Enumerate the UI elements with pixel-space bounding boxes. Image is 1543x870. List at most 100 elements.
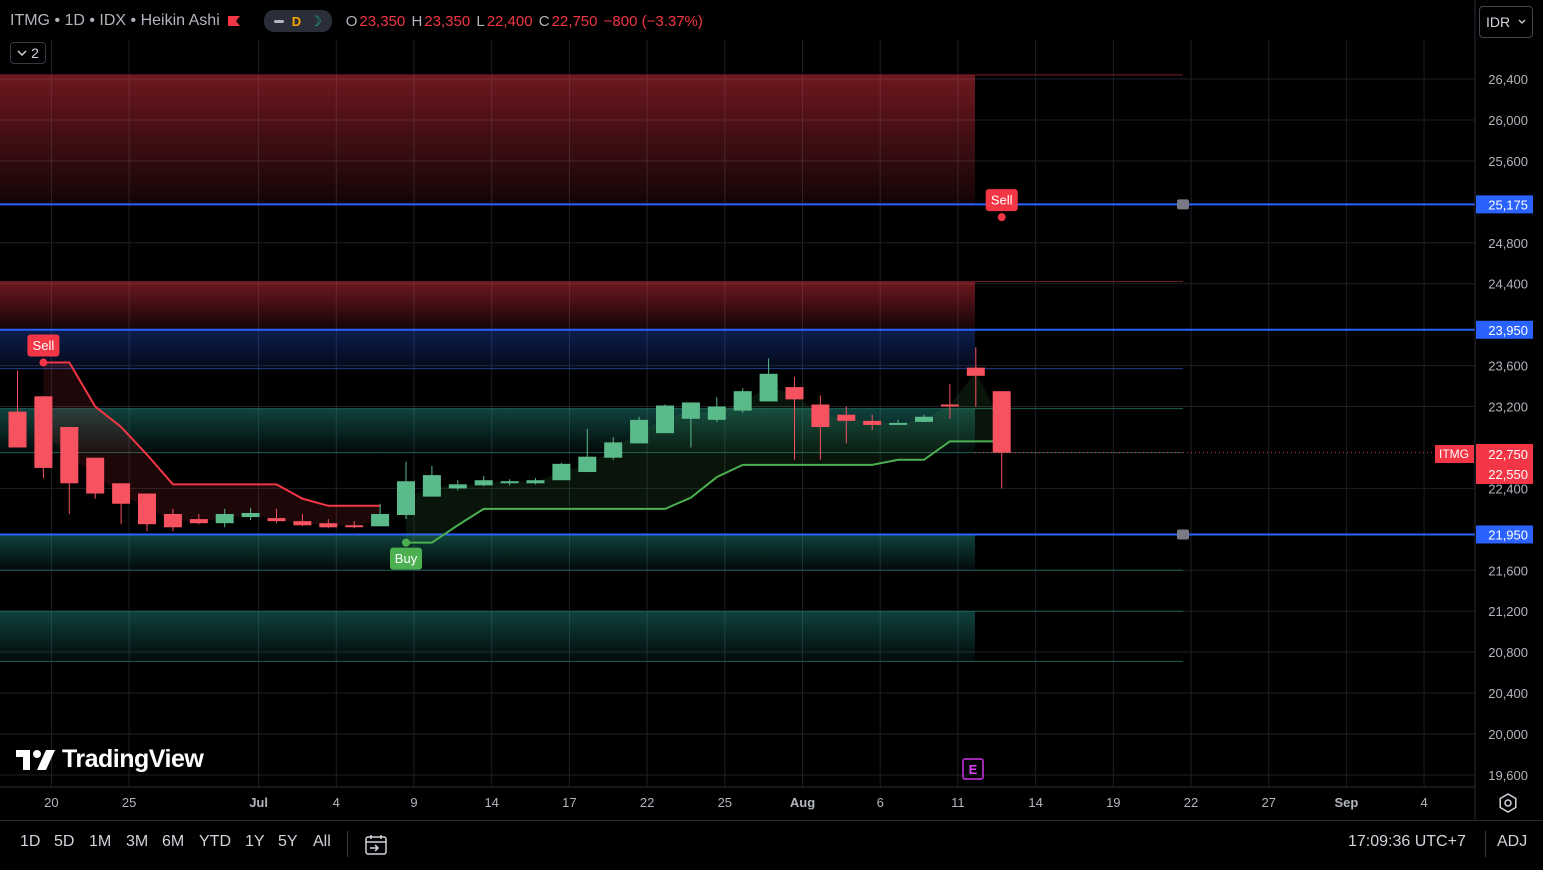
- range-5y-button[interactable]: 5Y: [278, 833, 298, 851]
- candle: [656, 404, 674, 434]
- settings-icon[interactable]: [1497, 792, 1519, 814]
- candle-body: [966, 367, 985, 376]
- time-tick-label: Aug: [790, 795, 815, 810]
- signal-dot: [39, 358, 48, 367]
- symbol-legend: ITMG • 1D • IDX • Heikin Ashi D ☽ O 23,35…: [10, 10, 705, 32]
- chevron-down-icon: [1518, 19, 1526, 24]
- earnings-marker[interactable]: E: [962, 758, 984, 780]
- delayed-badge: D: [291, 13, 302, 29]
- ohlc-values: O 23,350 H 23,350 L 22,400 C 22,750 −800 (−3…: [346, 13, 705, 30]
- time-tick-label: 14: [1028, 795, 1042, 810]
- currency-button[interactable]: IDR: [1479, 6, 1533, 38]
- candle: [397, 461, 415, 520]
- candle-body: [86, 457, 105, 494]
- time-tick-label: 19: [1106, 795, 1120, 810]
- time-tick-label: 4: [333, 795, 340, 810]
- candle-body: [992, 391, 1011, 453]
- level-price-label: 21,950: [1488, 527, 1528, 542]
- supertrend-up-fill: [406, 371, 1002, 543]
- candle-body: [681, 402, 700, 419]
- candle-body: [215, 514, 234, 524]
- signal-buy-label: Buy: [395, 551, 418, 566]
- price-tick-label: 21,200: [1488, 604, 1528, 619]
- high-value: 23,350: [424, 12, 471, 30]
- price-tick-label: 23,600: [1488, 359, 1528, 374]
- candle-body: [34, 396, 53, 468]
- candle-body: [138, 493, 156, 525]
- indicators-toggle-button[interactable]: 2: [10, 42, 46, 64]
- flag-icon: [227, 16, 240, 26]
- range-1y-button[interactable]: 1Y: [245, 833, 265, 851]
- candle-body: [578, 456, 597, 473]
- price-tick-label: 24,400: [1488, 277, 1528, 292]
- range-6m-button[interactable]: 6M: [162, 833, 184, 851]
- candle-body: [940, 404, 959, 407]
- candle-body: [163, 514, 182, 528]
- time-tick-label: Sep: [1334, 795, 1358, 810]
- candle-body: [811, 404, 830, 427]
- candle: [422, 465, 441, 497]
- low-label: L: [476, 12, 485, 30]
- candle-body: [60, 427, 79, 484]
- candle-body: [630, 419, 649, 444]
- price-tick-label: 26,400: [1488, 72, 1528, 87]
- time-tick-label: 25: [718, 795, 732, 810]
- price-tick-label: 25,600: [1488, 154, 1528, 169]
- range-all-button[interactable]: All: [313, 833, 331, 851]
- price-tick-label: 23,200: [1488, 400, 1528, 415]
- time-tick-label: 22: [1184, 795, 1198, 810]
- time-tick-label: 20: [44, 795, 58, 810]
- time-tick-label: 27: [1261, 795, 1275, 810]
- go-to-date-icon[interactable]: [364, 833, 388, 857]
- moon-icon: ☽: [309, 12, 322, 29]
- adjust-button[interactable]: ADJ: [1497, 833, 1527, 851]
- range-3m-button[interactable]: 3M: [126, 833, 148, 851]
- close-value: 22,750: [551, 12, 598, 30]
- status-pill[interactable]: D ☽: [263, 10, 332, 32]
- time-tick-label: Jul: [249, 795, 268, 810]
- candle-body: [837, 414, 856, 421]
- candle-body: [189, 519, 208, 524]
- range-1d-button[interactable]: 1D: [20, 833, 40, 851]
- bottom-toolbar: 1D 5D 1M 3M 6M YTD 1Y 5Y All 17:09:36 UT…: [0, 820, 1543, 870]
- candle: [733, 388, 752, 413]
- low-value: 22,400: [486, 12, 533, 30]
- candle-body: [656, 405, 674, 434]
- candle: [112, 483, 131, 525]
- time-tick-label: 14: [484, 795, 498, 810]
- candle: [992, 391, 1011, 489]
- price-zones: [0, 74, 1183, 662]
- candle-body: [889, 422, 908, 425]
- range-5d-button[interactable]: 5D: [54, 833, 74, 851]
- price-chart[interactable]: Sell Buy Sell 26,400 26,000 25,600 24,800 24,40…: [0, 0, 1543, 869]
- candle: [552, 462, 571, 481]
- candle-body: [371, 514, 390, 527]
- range-1m-button[interactable]: 1M: [89, 833, 111, 851]
- time-tick-label: 4: [1420, 795, 1427, 810]
- range-ytd-button[interactable]: YTD: [199, 833, 231, 851]
- candle-body: [733, 391, 752, 411]
- tradingview-logo-icon: [16, 749, 55, 770]
- open-label: O: [345, 12, 358, 30]
- tradingview-logo[interactable]: TradingView: [16, 745, 204, 774]
- candle: [34, 396, 53, 479]
- price-tick-label: 26,000: [1488, 113, 1528, 128]
- candle-body: [474, 480, 493, 486]
- price-tick-label: 21,600: [1488, 563, 1528, 578]
- time-tick-label: 17: [562, 795, 576, 810]
- candle: [630, 416, 649, 444]
- candle-body: [422, 475, 441, 497]
- candle: [86, 457, 105, 499]
- signal-sell-label: Sell: [33, 338, 55, 353]
- level-handle: [1177, 199, 1189, 210]
- price-tick-label: 20,400: [1488, 686, 1528, 701]
- candle-body: [397, 481, 415, 516]
- zone-demand: [0, 611, 975, 662]
- level-handle: [1177, 529, 1189, 540]
- candle-body: [319, 523, 338, 528]
- symbol-title[interactable]: ITMG • 1D • IDX • Heikin Ashi: [10, 12, 220, 30]
- time-tick-label: 9: [410, 795, 417, 810]
- clock-timezone[interactable]: 17:09:36 UTC+7: [1348, 833, 1466, 851]
- last-price-label: 22,750: [1488, 447, 1528, 462]
- candle: [474, 476, 493, 487]
